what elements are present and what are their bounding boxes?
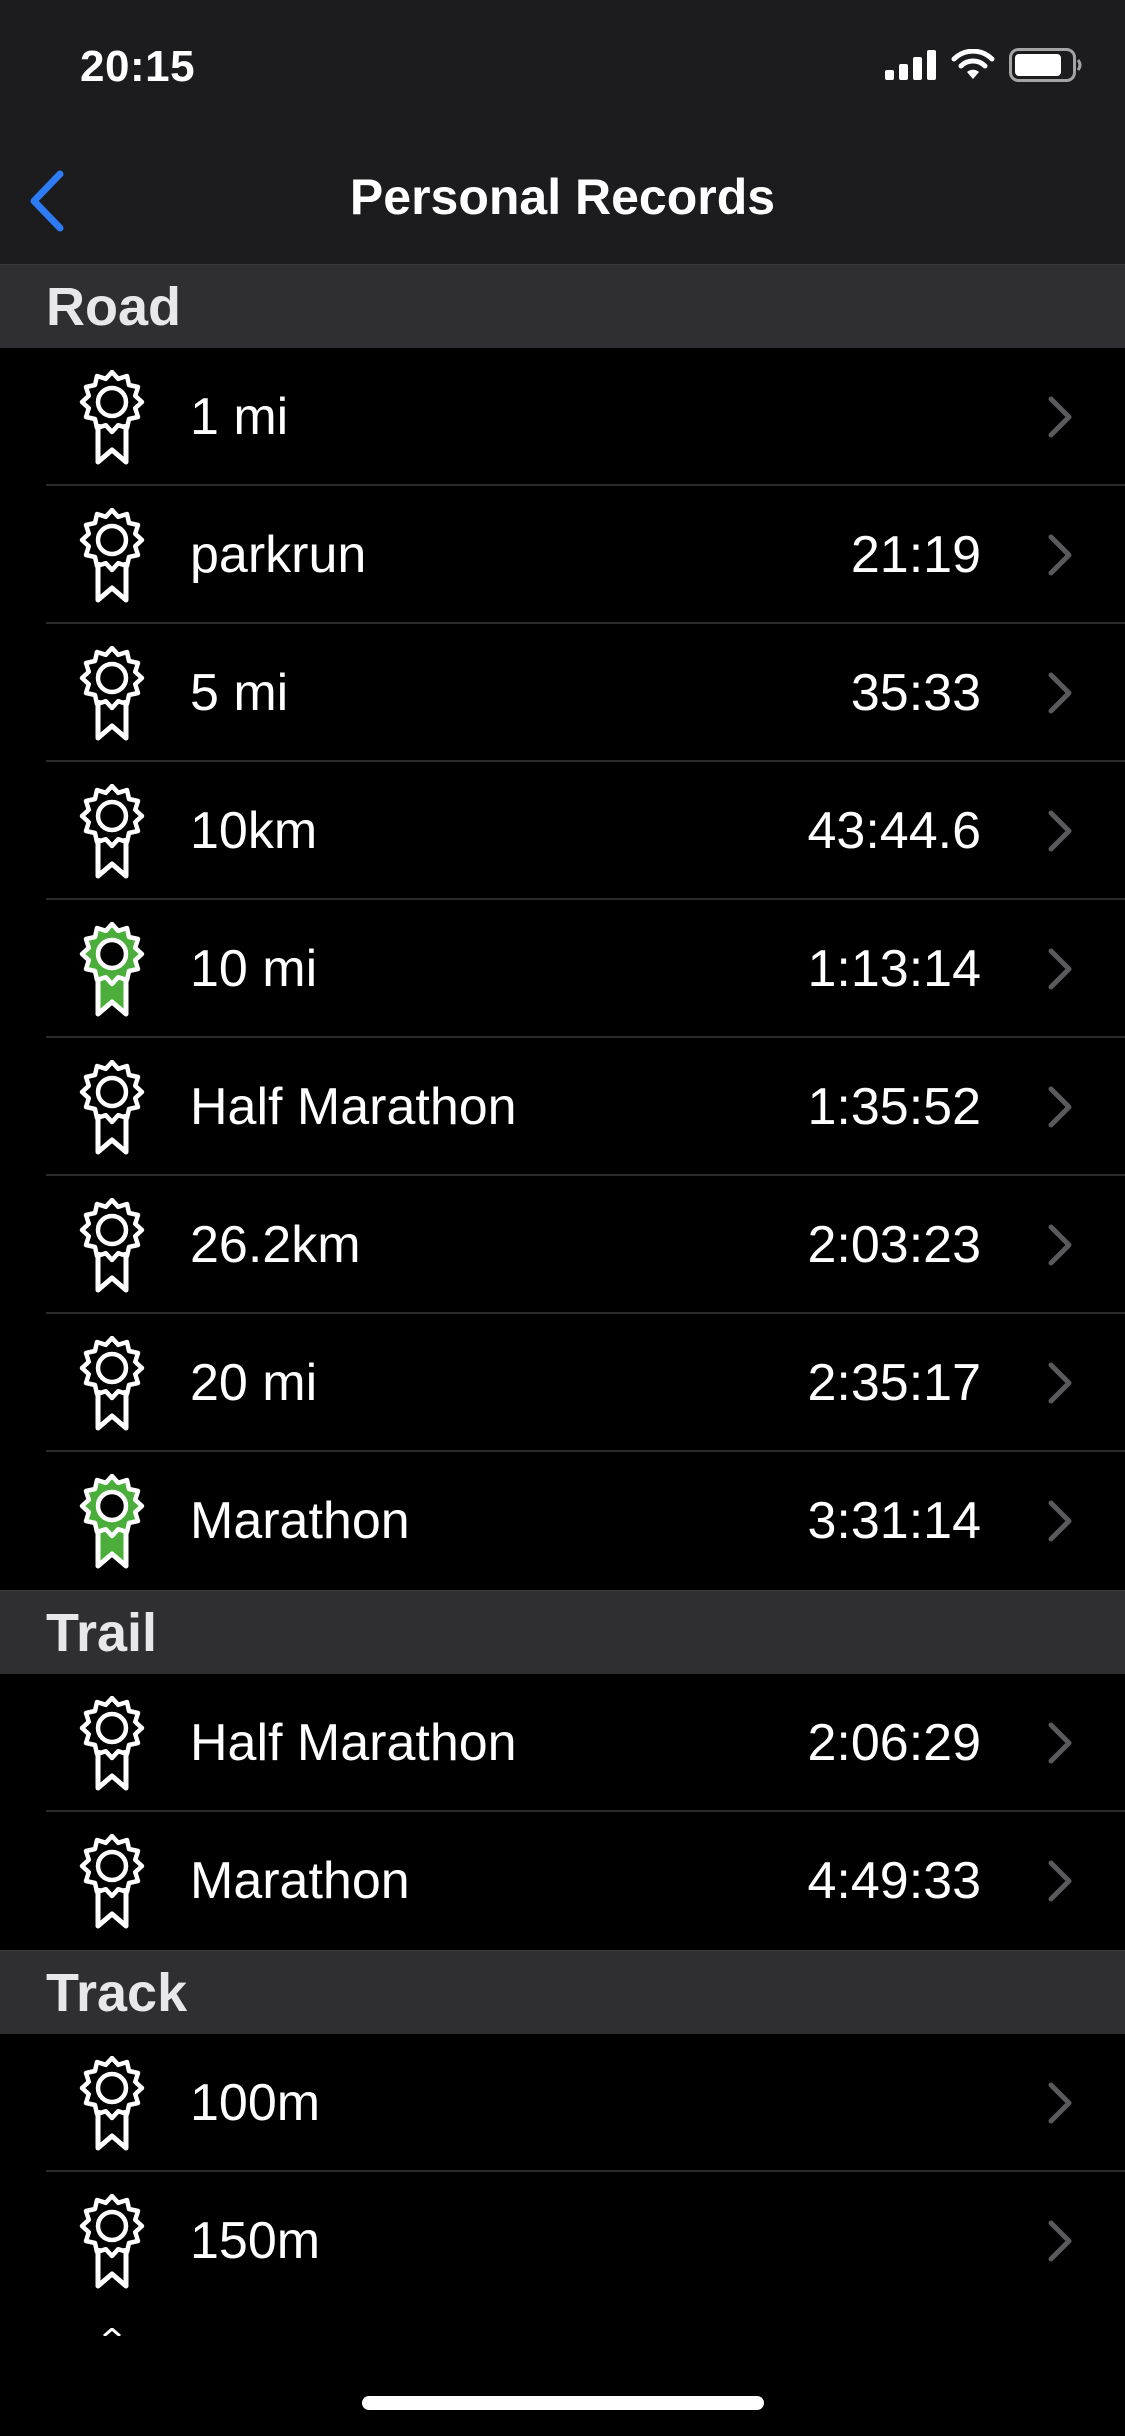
chevron-right-icon	[1048, 672, 1072, 714]
cellular-signal-icon	[885, 50, 936, 80]
green-medal-icon	[79, 1474, 145, 1569]
chevron-right-icon	[1048, 1086, 1072, 1128]
record-distance: Marathon	[190, 1852, 410, 1910]
record-time: 2:06:29	[807, 1714, 982, 1772]
battery-icon	[1009, 48, 1082, 82]
record-row[interactable]: Half Marathon 1:35:52	[0, 1038, 1125, 1176]
chevron-right-icon	[1048, 1224, 1072, 1266]
medal-icon	[79, 1696, 145, 1791]
record-time: 3:31:14	[807, 1492, 982, 1550]
record-time: 4:49:33	[807, 1852, 982, 1910]
record-time: 21:19	[850, 526, 981, 584]
record-distance: 26.2km	[190, 1216, 361, 1274]
record-row[interactable]: 150m	[0, 2172, 1125, 2310]
record-distance: 10km	[190, 802, 318, 860]
green-medal-icon	[79, 922, 145, 1017]
chevron-right-icon	[1048, 2082, 1072, 2124]
record-row[interactable]: 26.2km 2:03:23	[0, 1176, 1125, 1314]
medal-icon	[79, 370, 145, 465]
chevron-right-icon	[1048, 810, 1072, 852]
chevron-right-icon	[1048, 534, 1072, 576]
chevron-right-icon	[1048, 1860, 1072, 1902]
medal-icon	[79, 1336, 145, 1431]
top-bar: 20:15 Personal Records	[0, 0, 1125, 264]
record-distance: 5 mi	[190, 664, 289, 722]
chevron-right-icon	[1048, 948, 1072, 990]
record-time: 43:44.6	[807, 802, 982, 860]
section-rows: 100m 150m	[0, 2034, 1125, 2310]
medal-icon	[79, 1060, 145, 1155]
medal-icon	[79, 1198, 145, 1293]
record-time: 2:03:23	[807, 1216, 982, 1274]
medal-icon	[79, 784, 145, 879]
partial-medal-icon	[103, 2328, 121, 2336]
record-distance: Half Marathon	[190, 1078, 517, 1136]
records-list: Road 1 mi parkrun 21:19 5 mi 35:33 10km 43:44.6…	[0, 264, 1125, 2310]
record-time: 35:33	[850, 664, 981, 722]
medal-icon	[79, 646, 145, 741]
record-distance: parkrun	[190, 526, 367, 584]
record-distance: 150m	[190, 2212, 321, 2270]
record-row[interactable]: parkrun 21:19	[0, 486, 1125, 624]
record-time: 1:13:14	[807, 940, 982, 998]
medal-icon	[79, 2194, 145, 2289]
record-row[interactable]: 5 mi 35:33	[0, 624, 1125, 762]
record-distance: 100m	[190, 2074, 321, 2132]
medal-icon	[79, 2056, 145, 2151]
record-row[interactable]: Half Marathon 2:06:29	[0, 1674, 1125, 1812]
medal-icon	[79, 508, 145, 603]
chevron-right-icon	[1048, 396, 1072, 438]
medal-icon	[79, 1834, 145, 1929]
section-rows: 1 mi parkrun 21:19 5 mi 35:33 10km 43:44.6 10 m…	[0, 348, 1125, 1590]
record-row[interactable]: 20 mi 2:35:17	[0, 1314, 1125, 1452]
section-header: Track	[0, 1950, 1125, 2034]
record-row[interactable]: 10km 43:44.6	[0, 762, 1125, 900]
home-indicator[interactable]	[362, 2396, 764, 2410]
record-distance: Marathon	[190, 1492, 410, 1550]
record-distance: 1 mi	[190, 388, 289, 446]
wifi-icon	[951, 49, 995, 79]
record-time: 2:35:17	[807, 1354, 982, 1412]
record-row[interactable]: 1 mi	[0, 348, 1125, 486]
page-title: Personal Records	[349, 169, 776, 225]
chevron-right-icon	[1048, 1722, 1072, 1764]
chevron-right-icon	[1048, 1362, 1072, 1404]
record-row[interactable]: Marathon 4:49:33	[0, 1812, 1125, 1950]
record-time: 1:35:52	[807, 1078, 982, 1136]
section-rows: Half Marathon 2:06:29 Marathon 4:49:33	[0, 1674, 1125, 1950]
record-distance: Half Marathon	[190, 1714, 517, 1772]
chevron-right-icon	[1048, 2220, 1072, 2262]
record-distance: 10 mi	[190, 940, 318, 998]
section-header: Road	[0, 264, 1125, 348]
section-header: Trail	[0, 1590, 1125, 1674]
record-distance: 20 mi	[190, 1354, 318, 1412]
status-time: 20:15	[80, 42, 196, 91]
record-row[interactable]: 100m	[0, 2034, 1125, 2172]
record-row[interactable]: 10 mi 1:13:14	[0, 900, 1125, 1038]
chevron-right-icon	[1048, 1500, 1072, 1542]
record-row[interactable]: Marathon 3:31:14	[0, 1452, 1125, 1590]
status-icons	[885, 48, 1083, 82]
